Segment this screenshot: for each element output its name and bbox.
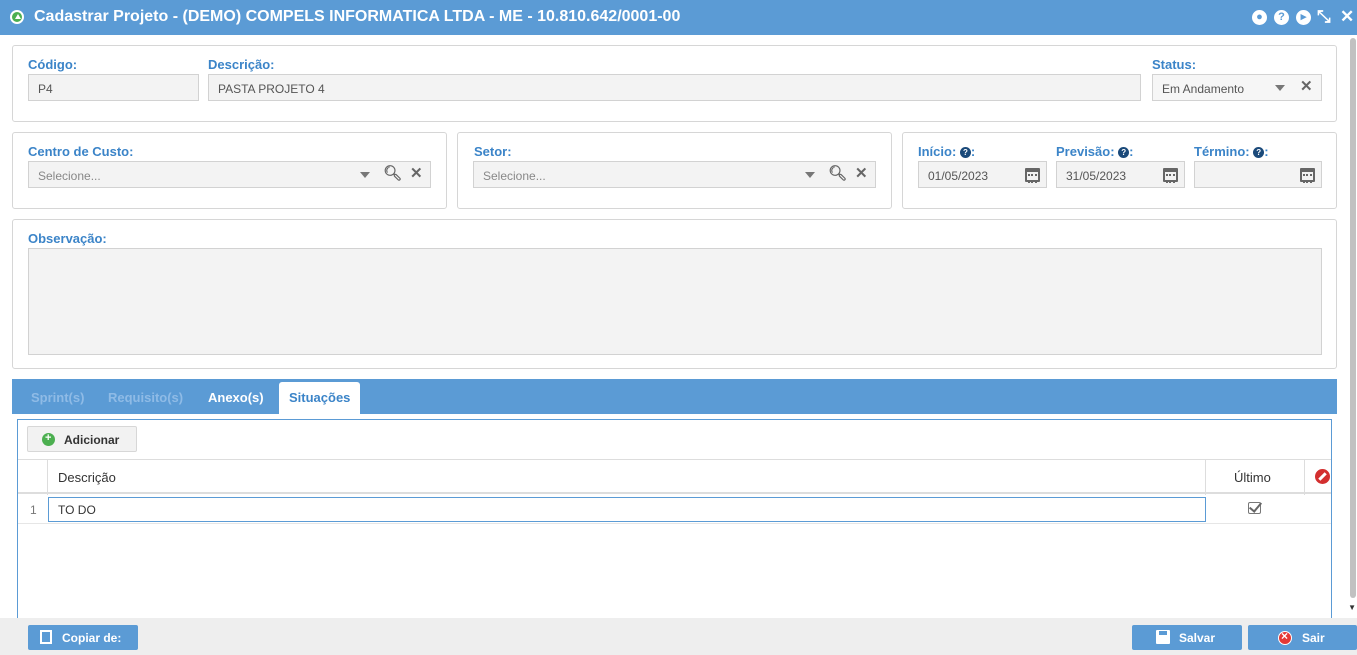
chevron-down-icon[interactable] (360, 172, 370, 178)
observacao-textarea[interactable] (28, 248, 1322, 355)
setor-panel: Setor: Selecione... 🔍︎ ✕ (457, 132, 892, 209)
centro-custo-panel: Centro de Custo: Selecione... 🔍︎ ✕ (12, 132, 447, 209)
save-icon (1156, 630, 1170, 644)
calendar-icon[interactable] (1163, 168, 1178, 183)
exit-button[interactable]: Sair (1248, 625, 1357, 650)
observacao-label: Observação: (28, 231, 107, 246)
codigo-label: Código: (28, 57, 78, 72)
divider (47, 460, 48, 495)
copy-icon (40, 630, 52, 644)
grid-header: Descrição Último (18, 459, 1331, 495)
close-icon[interactable]: ✕ (1340, 7, 1354, 27)
tab-sprints: Sprint(s) (31, 390, 85, 405)
descricao-cell-input[interactable]: TO DO (48, 497, 1206, 522)
setor-label: Setor: (474, 144, 512, 159)
codigo-field[interactable]: P4 (28, 74, 199, 101)
observacao-panel: Observação: (12, 219, 1337, 369)
add-circle-icon (42, 432, 55, 446)
tab-requisitos: Requisito(s) (108, 390, 184, 405)
descricao-label: Descrição: (208, 57, 275, 72)
inicio-label: Início: ?: (918, 144, 976, 159)
tab-situacoes[interactable]: Situações (279, 382, 361, 414)
divider (1205, 460, 1206, 495)
col-descricao-header[interactable]: Descrição (58, 470, 116, 485)
help-icon[interactable]: ? (1118, 147, 1130, 158)
clear-setor-icon[interactable]: ✕ (855, 164, 868, 182)
help-icon[interactable]: ? (1253, 147, 1265, 158)
descricao-field[interactable]: PASTA PROJETO 4 (208, 74, 1141, 101)
centro-custo-select[interactable]: Selecione... (28, 161, 431, 188)
minimize-button[interactable]: ● (1252, 10, 1267, 25)
ultimo-checkbox[interactable] (1248, 502, 1261, 514)
footer-bar: Copiar de: Salvar Sair (0, 618, 1357, 655)
table-row[interactable]: 1 TO DO (18, 495, 1331, 524)
clear-centro-custo-icon[interactable]: ✕ (410, 164, 423, 182)
calendar-icon[interactable] (1025, 168, 1040, 183)
chevron-down-icon[interactable] (805, 172, 815, 178)
centro-custo-label: Centro de Custo: (28, 144, 134, 159)
situacoes-grid: Adicionar Descrição Último 1 TO DO (17, 419, 1332, 619)
title-bar: Cadastrar Projeto - (DEMO) COMPELS INFOR… (0, 0, 1357, 35)
exit-icon (1278, 629, 1292, 645)
add-circle-icon (10, 10, 24, 24)
tab-anexos[interactable]: Anexo(s) (208, 390, 264, 405)
help-button[interactable]: ? (1274, 10, 1289, 25)
search-icon[interactable]: 🔍︎ (383, 164, 402, 182)
exit-label: Sair (1302, 631, 1325, 645)
copy-from-button[interactable]: Copiar de: (28, 625, 138, 650)
calendar-icon[interactable] (1300, 168, 1315, 183)
chevron-down-icon[interactable] (1275, 85, 1285, 91)
previsao-label: Previsão: ?: (1056, 144, 1134, 159)
row-number: 1 (30, 503, 37, 517)
help-icon[interactable]: ? (959, 147, 971, 158)
status-select[interactable]: Em Andamento (1152, 74, 1322, 101)
save-label: Salvar (1179, 631, 1216, 645)
scroll-down-icon[interactable]: ▼ (1348, 603, 1356, 612)
tab-bar: Sprint(s) Requisito(s) Anexo(s) Situaçõe… (12, 379, 1337, 414)
copy-from-label: Copiar de: (62, 631, 122, 645)
next-button[interactable]: ▸ (1296, 10, 1311, 25)
search-icon[interactable]: 🔍︎ (828, 164, 847, 182)
clear-status-icon[interactable]: ✕ (1300, 77, 1313, 95)
divider (1304, 460, 1305, 495)
main-info-panel: Código: P4 Descrição: PASTA PROJETO 4 St… (12, 45, 1337, 122)
save-button[interactable]: Salvar (1132, 625, 1242, 650)
add-button-label: Adicionar (64, 433, 120, 447)
window-title: Cadastrar Projeto - (DEMO) COMPELS INFOR… (34, 8, 681, 25)
col-ultimo-header[interactable]: Último (1234, 470, 1271, 485)
delete-icon[interactable] (1315, 469, 1330, 484)
collapse-icon[interactable]: ⤡ (1317, 7, 1331, 27)
add-button[interactable]: Adicionar (27, 426, 137, 452)
termino-label: Término: ?: (1194, 144, 1269, 159)
datas-panel: Início: ?: 01/05/2023 Previsão: ?: 31/05… (902, 132, 1337, 209)
status-label: Status: (1152, 57, 1197, 72)
setor-select[interactable]: Selecione... (473, 161, 876, 188)
scrollbar-thumb[interactable] (1350, 38, 1356, 598)
